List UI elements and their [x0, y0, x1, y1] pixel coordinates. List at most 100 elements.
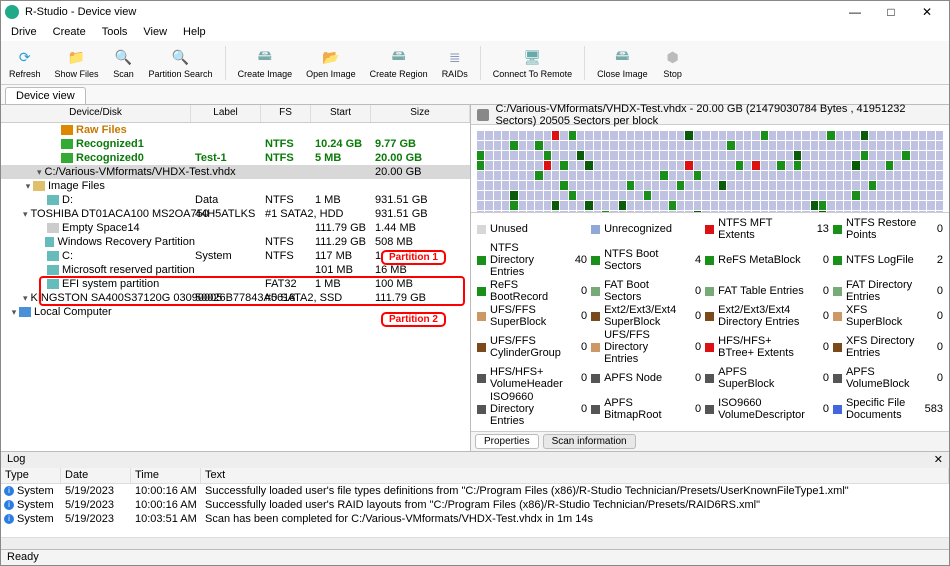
log-row[interactable]: iSystem5/19/202310:03:51 AMScan has been… [1, 512, 949, 526]
legend-item: APFS Node0 [591, 366, 701, 390]
row-name: Empty Space14 [62, 222, 140, 234]
info-icon: i [4, 500, 14, 510]
block [477, 181, 484, 190]
block [477, 191, 484, 200]
tree-row[interactable]: Raw Files [1, 123, 470, 137]
block [669, 131, 676, 140]
col-fs[interactable]: FS [261, 105, 311, 122]
block [936, 191, 943, 200]
block [677, 141, 684, 150]
expander-icon[interactable]: ▾ [23, 209, 28, 220]
log-close-icon[interactable]: ✕ [934, 453, 943, 467]
block [677, 181, 684, 190]
close-image-button[interactable]: 🖴Close Image [593, 46, 652, 79]
create-image-button[interactable]: 🖴Create Image [234, 46, 297, 79]
open-image-button[interactable]: 📂Open Image [302, 46, 360, 79]
tree-row[interactable]: Windows Recovery PartitionNTFS111.29 GB5… [1, 235, 470, 249]
block [544, 151, 551, 160]
create-region-button[interactable]: 🖴Create Region [366, 46, 432, 79]
tab-properties[interactable]: Properties [475, 434, 539, 449]
expander-icon[interactable]: ▾ [23, 293, 28, 304]
block [894, 151, 901, 160]
legend-label: ReFS BootRecord [490, 279, 563, 303]
col-size[interactable]: Size [371, 105, 470, 122]
block-map[interactable] [471, 125, 949, 212]
block [852, 141, 859, 150]
legend-item: FAT Directory Entries0 [833, 279, 943, 303]
block [769, 151, 776, 160]
block [694, 191, 701, 200]
info-icon: i [4, 486, 14, 496]
legend-item: Unrecognized [591, 217, 701, 241]
cell-start: 1 MB [315, 194, 375, 206]
block [886, 181, 893, 190]
tree-row[interactable]: ▾Image Files [1, 179, 470, 193]
col-start[interactable]: Start [311, 105, 371, 122]
block [852, 181, 859, 190]
expander-icon[interactable]: ▾ [9, 307, 19, 318]
block [869, 141, 876, 150]
menu-create[interactable]: Create [47, 25, 92, 39]
tree-row[interactable]: Empty Space14111.79 GB1.44 MB [1, 221, 470, 235]
block [610, 181, 617, 190]
block [544, 131, 551, 140]
tree-row[interactable]: ▾KINGSTON SA400S37120G 0309000550026B778… [1, 291, 470, 305]
raids-label: RAIDs [442, 69, 468, 79]
tab-device-view[interactable]: Device view [5, 87, 86, 104]
tab-scan-information[interactable]: Scan information [543, 434, 636, 449]
scrollbar-horizontal[interactable] [1, 537, 949, 549]
tree-row[interactable]: Recognized1NTFS10.24 GB9.77 GB [1, 137, 470, 151]
block [585, 141, 592, 150]
block [702, 141, 709, 150]
maximize-button[interactable]: □ [873, 2, 909, 22]
menu-help[interactable]: Help [177, 25, 212, 39]
create-image-label: Create Image [238, 69, 293, 79]
refresh-button[interactable]: ⟳Refresh [5, 46, 45, 79]
show-files-button[interactable]: 📁Show Files [51, 46, 103, 79]
log-row[interactable]: iSystem5/19/202310:00:16 AMSuccessfully … [1, 498, 949, 512]
legend-swatch [705, 405, 714, 414]
tree-row[interactable]: Recognized0Test-1NTFS5 MB20.00 GB [1, 151, 470, 165]
block [627, 131, 634, 140]
menu-tools[interactable]: Tools [96, 25, 134, 39]
cell-lbl: 44H5ATLKS [195, 208, 265, 220]
expander-icon[interactable]: ▾ [37, 167, 42, 178]
tree-body[interactable]: Raw FilesRecognized1NTFS10.24 GB9.77 GBR… [1, 123, 470, 451]
connect-remote-button[interactable]: 🖥Connect To Remote [489, 46, 576, 79]
block [544, 141, 551, 150]
log-row[interactable]: iSystem5/19/202310:00:16 AMSuccessfully … [1, 484, 949, 498]
menu-view[interactable]: View [137, 25, 173, 39]
log-body[interactable]: iSystem5/19/202310:00:16 AMSuccessfully … [1, 484, 949, 537]
row-name: Raw Files [76, 124, 127, 136]
log-col-type[interactable]: Type [1, 468, 61, 483]
block [727, 181, 734, 190]
block [836, 141, 843, 150]
block [694, 201, 701, 210]
raids-button[interactable]: ≣RAIDs [438, 46, 472, 79]
close-button[interactable]: ✕ [909, 2, 945, 22]
block [585, 201, 592, 210]
tree-row[interactable]: ▾TOSHIBA DT01ACA100 MS2OA75044H5ATLKS#1 … [1, 207, 470, 221]
annotation-partition-1: Partition 1 [381, 250, 446, 265]
tree-row[interactable]: D:DataNTFS1 MB931.51 GB [1, 193, 470, 207]
tree-row[interactable]: Microsoft reserved partition101 MB16 MB [1, 263, 470, 277]
col-label[interactable]: Label [191, 105, 261, 122]
block [936, 161, 943, 170]
expander-icon[interactable]: ▾ [23, 181, 33, 192]
block [727, 171, 734, 180]
partition-search-button[interactable]: 🔍Partition Search [145, 46, 217, 79]
block [610, 161, 617, 170]
minimize-button[interactable]: — [837, 2, 873, 22]
log-col-text[interactable]: Text [201, 468, 949, 483]
block [852, 151, 859, 160]
block [519, 181, 526, 190]
log-col-time[interactable]: Time [131, 468, 201, 483]
block [786, 171, 793, 180]
scan-button[interactable]: 🔍Scan [109, 46, 139, 79]
log-col-date[interactable]: Date [61, 468, 131, 483]
stop-button[interactable]: ⬢Stop [658, 46, 688, 79]
tree-row[interactable]: ▾C:/Various-VMformats/VHDX-Test.vhdx20.0… [1, 165, 470, 179]
menu-drive[interactable]: Drive [5, 25, 43, 39]
col-device[interactable]: Device/Disk [1, 105, 191, 122]
tree-row[interactable]: EFI system partitionFAT321 MB100 MB [1, 277, 470, 291]
